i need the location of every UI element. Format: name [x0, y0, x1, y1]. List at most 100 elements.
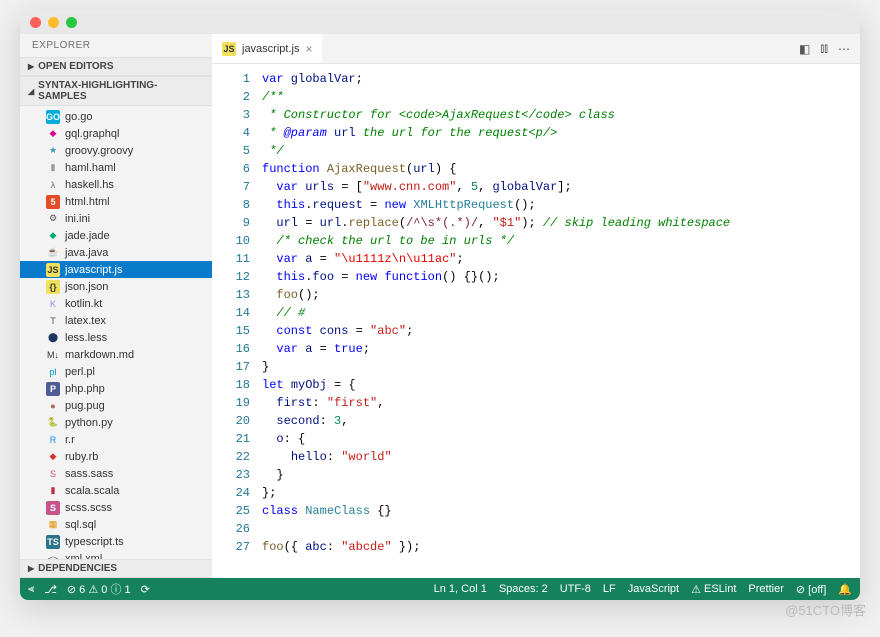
vscode-window: EXPLORER ▶ OPEN EDITORS ◢ SYNTAX-HIGHLIG… — [20, 10, 860, 600]
file-name: r.r — [65, 434, 75, 446]
minimize-icon[interactable] — [48, 17, 59, 28]
file-icon: ▮ — [46, 161, 60, 175]
encoding[interactable]: UTF-8 — [560, 583, 591, 595]
file-icon: ◆ — [46, 450, 60, 464]
section-project[interactable]: ◢ SYNTAX-HIGHLIGHTING-SAMPLES — [20, 76, 212, 106]
file-name: perl.pl — [65, 366, 95, 378]
file-item[interactable]: ★groovy.groovy — [20, 142, 212, 159]
line-gutter: 1234567891011121314151617181920212223242… — [212, 64, 262, 578]
file-icon: TS — [46, 535, 60, 549]
file-icon: ▦ — [46, 518, 60, 532]
file-icon: GO — [46, 110, 60, 124]
sidebar: EXPLORER ▶ OPEN EDITORS ◢ SYNTAX-HIGHLIG… — [20, 34, 212, 578]
file-icon: S — [46, 501, 60, 515]
file-icon: ⬤ — [46, 331, 60, 345]
file-name: go.go — [65, 111, 93, 123]
file-item[interactable]: Pphp.php — [20, 380, 212, 397]
cursor-position[interactable]: Ln 1, Col 1 — [434, 583, 487, 595]
file-icon: T — [46, 314, 60, 328]
chevron-right-icon: ▶ — [28, 62, 34, 71]
statusbar: ⫷ ⎇ ⊘ 6 ⚠ 0 ⓘ 1 ⟳ Ln 1, Col 1 Spaces: 2 … — [20, 578, 860, 600]
code-lines[interactable]: var globalVar;/** * Constructor for <cod… — [262, 64, 730, 578]
file-item[interactable]: Ssass.sass — [20, 465, 212, 482]
file-item[interactable]: M↓markdown.md — [20, 346, 212, 363]
section-open-editors[interactable]: ▶ OPEN EDITORS — [20, 57, 212, 76]
file-icon: 🐍 — [46, 416, 60, 430]
file-name: pug.pug — [65, 400, 105, 412]
language-mode[interactable]: JavaScript — [628, 583, 679, 595]
file-icon: ◆ — [46, 229, 60, 243]
section-dependencies[interactable]: ▶ DEPENDENCIES — [20, 559, 212, 578]
file-tree[interactable]: GO go.go ◆ gql.graphql ★groovy.groovy ▮ haml.h… — [20, 106, 212, 559]
file-item[interactable]: TStypescript.ts — [20, 533, 212, 550]
file-item[interactable]: ◆ ruby.rb — [20, 448, 212, 465]
file-name: latex.tex — [65, 315, 106, 327]
split-icon[interactable]: ⫾⫾ — [820, 41, 828, 56]
tab-label: javascript.js — [242, 43, 299, 55]
section-label: OPEN EDITORS — [38, 61, 113, 72]
file-item[interactable]: Tlatex.tex — [20, 312, 212, 329]
file-name: html.html — [65, 196, 110, 208]
file-item[interactable]: ●pug.pug — [20, 397, 212, 414]
file-name: ruby.rb — [65, 451, 98, 463]
file-icon: M↓ — [46, 348, 60, 362]
section-label: SYNTAX-HIGHLIGHTING-SAMPLES — [38, 80, 204, 102]
file-name: haskell.hs — [65, 179, 114, 191]
file-item[interactable]: JS javascript.js — [20, 261, 212, 278]
file-item[interactable]: ▦sql.sql — [20, 516, 212, 533]
file-item[interactable]: λhaskell.hs — [20, 176, 212, 193]
eol[interactable]: LF — [603, 583, 616, 595]
off-status[interactable]: ⊘ [off] — [796, 583, 826, 596]
file-name: ini.ini — [65, 213, 90, 225]
file-item[interactable]: 5html.html — [20, 193, 212, 210]
tab-javascript[interactable]: JS javascript.js × — [212, 34, 322, 63]
zoom-icon[interactable] — [66, 17, 77, 28]
close-icon[interactable]: × — [305, 42, 312, 56]
file-item[interactable]: ▮ haml.haml — [20, 159, 212, 176]
file-item[interactable]: Sscss.scss — [20, 499, 212, 516]
remote-icon[interactable]: ⫷ — [28, 583, 34, 596]
file-item[interactable]: Rr.r — [20, 431, 212, 448]
file-item[interactable]: <>xml.xml — [20, 550, 212, 559]
file-name: haml.haml — [65, 162, 116, 174]
file-item[interactable]: ⚙ini.ini — [20, 210, 212, 227]
chevron-right-icon: ▶ — [28, 564, 34, 573]
file-item[interactable]: ☕java.java — [20, 244, 212, 261]
file-name: kotlin.kt — [65, 298, 102, 310]
editor-body: EXPLORER ▶ OPEN EDITORS ◢ SYNTAX-HIGHLIG… — [20, 34, 860, 578]
problems[interactable]: ⊘ 6 ⚠ 0 ⓘ 1 — [67, 581, 131, 597]
file-name: javascript.js — [65, 264, 122, 276]
file-item[interactable]: ▮scala.scala — [20, 482, 212, 499]
file-name: python.py — [65, 417, 113, 429]
indentation[interactable]: Spaces: 2 — [499, 583, 548, 595]
file-item[interactable]: GO go.go — [20, 108, 212, 125]
file-item[interactable]: {}json.json — [20, 278, 212, 295]
file-item[interactable]: ◆ jade.jade — [20, 227, 212, 244]
file-name: sass.sass — [65, 468, 113, 480]
more-icon[interactable]: ⋯ — [838, 42, 850, 56]
git-branch[interactable]: ⎇ — [44, 583, 57, 596]
file-name: php.php — [65, 383, 105, 395]
eslint-status[interactable]: ⚠ ESLint — [691, 583, 736, 596]
file-item[interactable]: Kkotlin.kt — [20, 295, 212, 312]
code-editor[interactable]: 1234567891011121314151617181920212223242… — [212, 64, 860, 578]
sync-icon[interactable]: ⟳ — [141, 583, 150, 596]
file-item[interactable]: ◆ gql.graphql — [20, 125, 212, 142]
file-name: jade.jade — [65, 230, 110, 242]
tab-actions: ◧ ⫾⫾ ⋯ — [789, 34, 860, 63]
bell-icon[interactable]: 🔔 — [838, 583, 852, 596]
file-name: gql.graphql — [65, 128, 119, 140]
js-icon: JS — [222, 42, 236, 56]
file-item[interactable]: 🐍 python.py — [20, 414, 212, 431]
close-icon[interactable] — [30, 17, 41, 28]
file-icon: ◆ — [46, 127, 60, 141]
file-icon: pl — [46, 365, 60, 379]
file-icon: JS — [46, 263, 60, 277]
file-item[interactable]: ⬤less.less — [20, 329, 212, 346]
file-icon: ☕ — [46, 246, 60, 260]
editor-area: JS javascript.js × ◧ ⫾⫾ ⋯ 12345678910111… — [212, 34, 860, 578]
compare-icon[interactable]: ◧ — [799, 42, 810, 56]
prettier-status[interactable]: Prettier — [748, 583, 783, 595]
file-item[interactable]: pl perl.pl — [20, 363, 212, 380]
explorer-title: EXPLORER — [20, 34, 212, 57]
